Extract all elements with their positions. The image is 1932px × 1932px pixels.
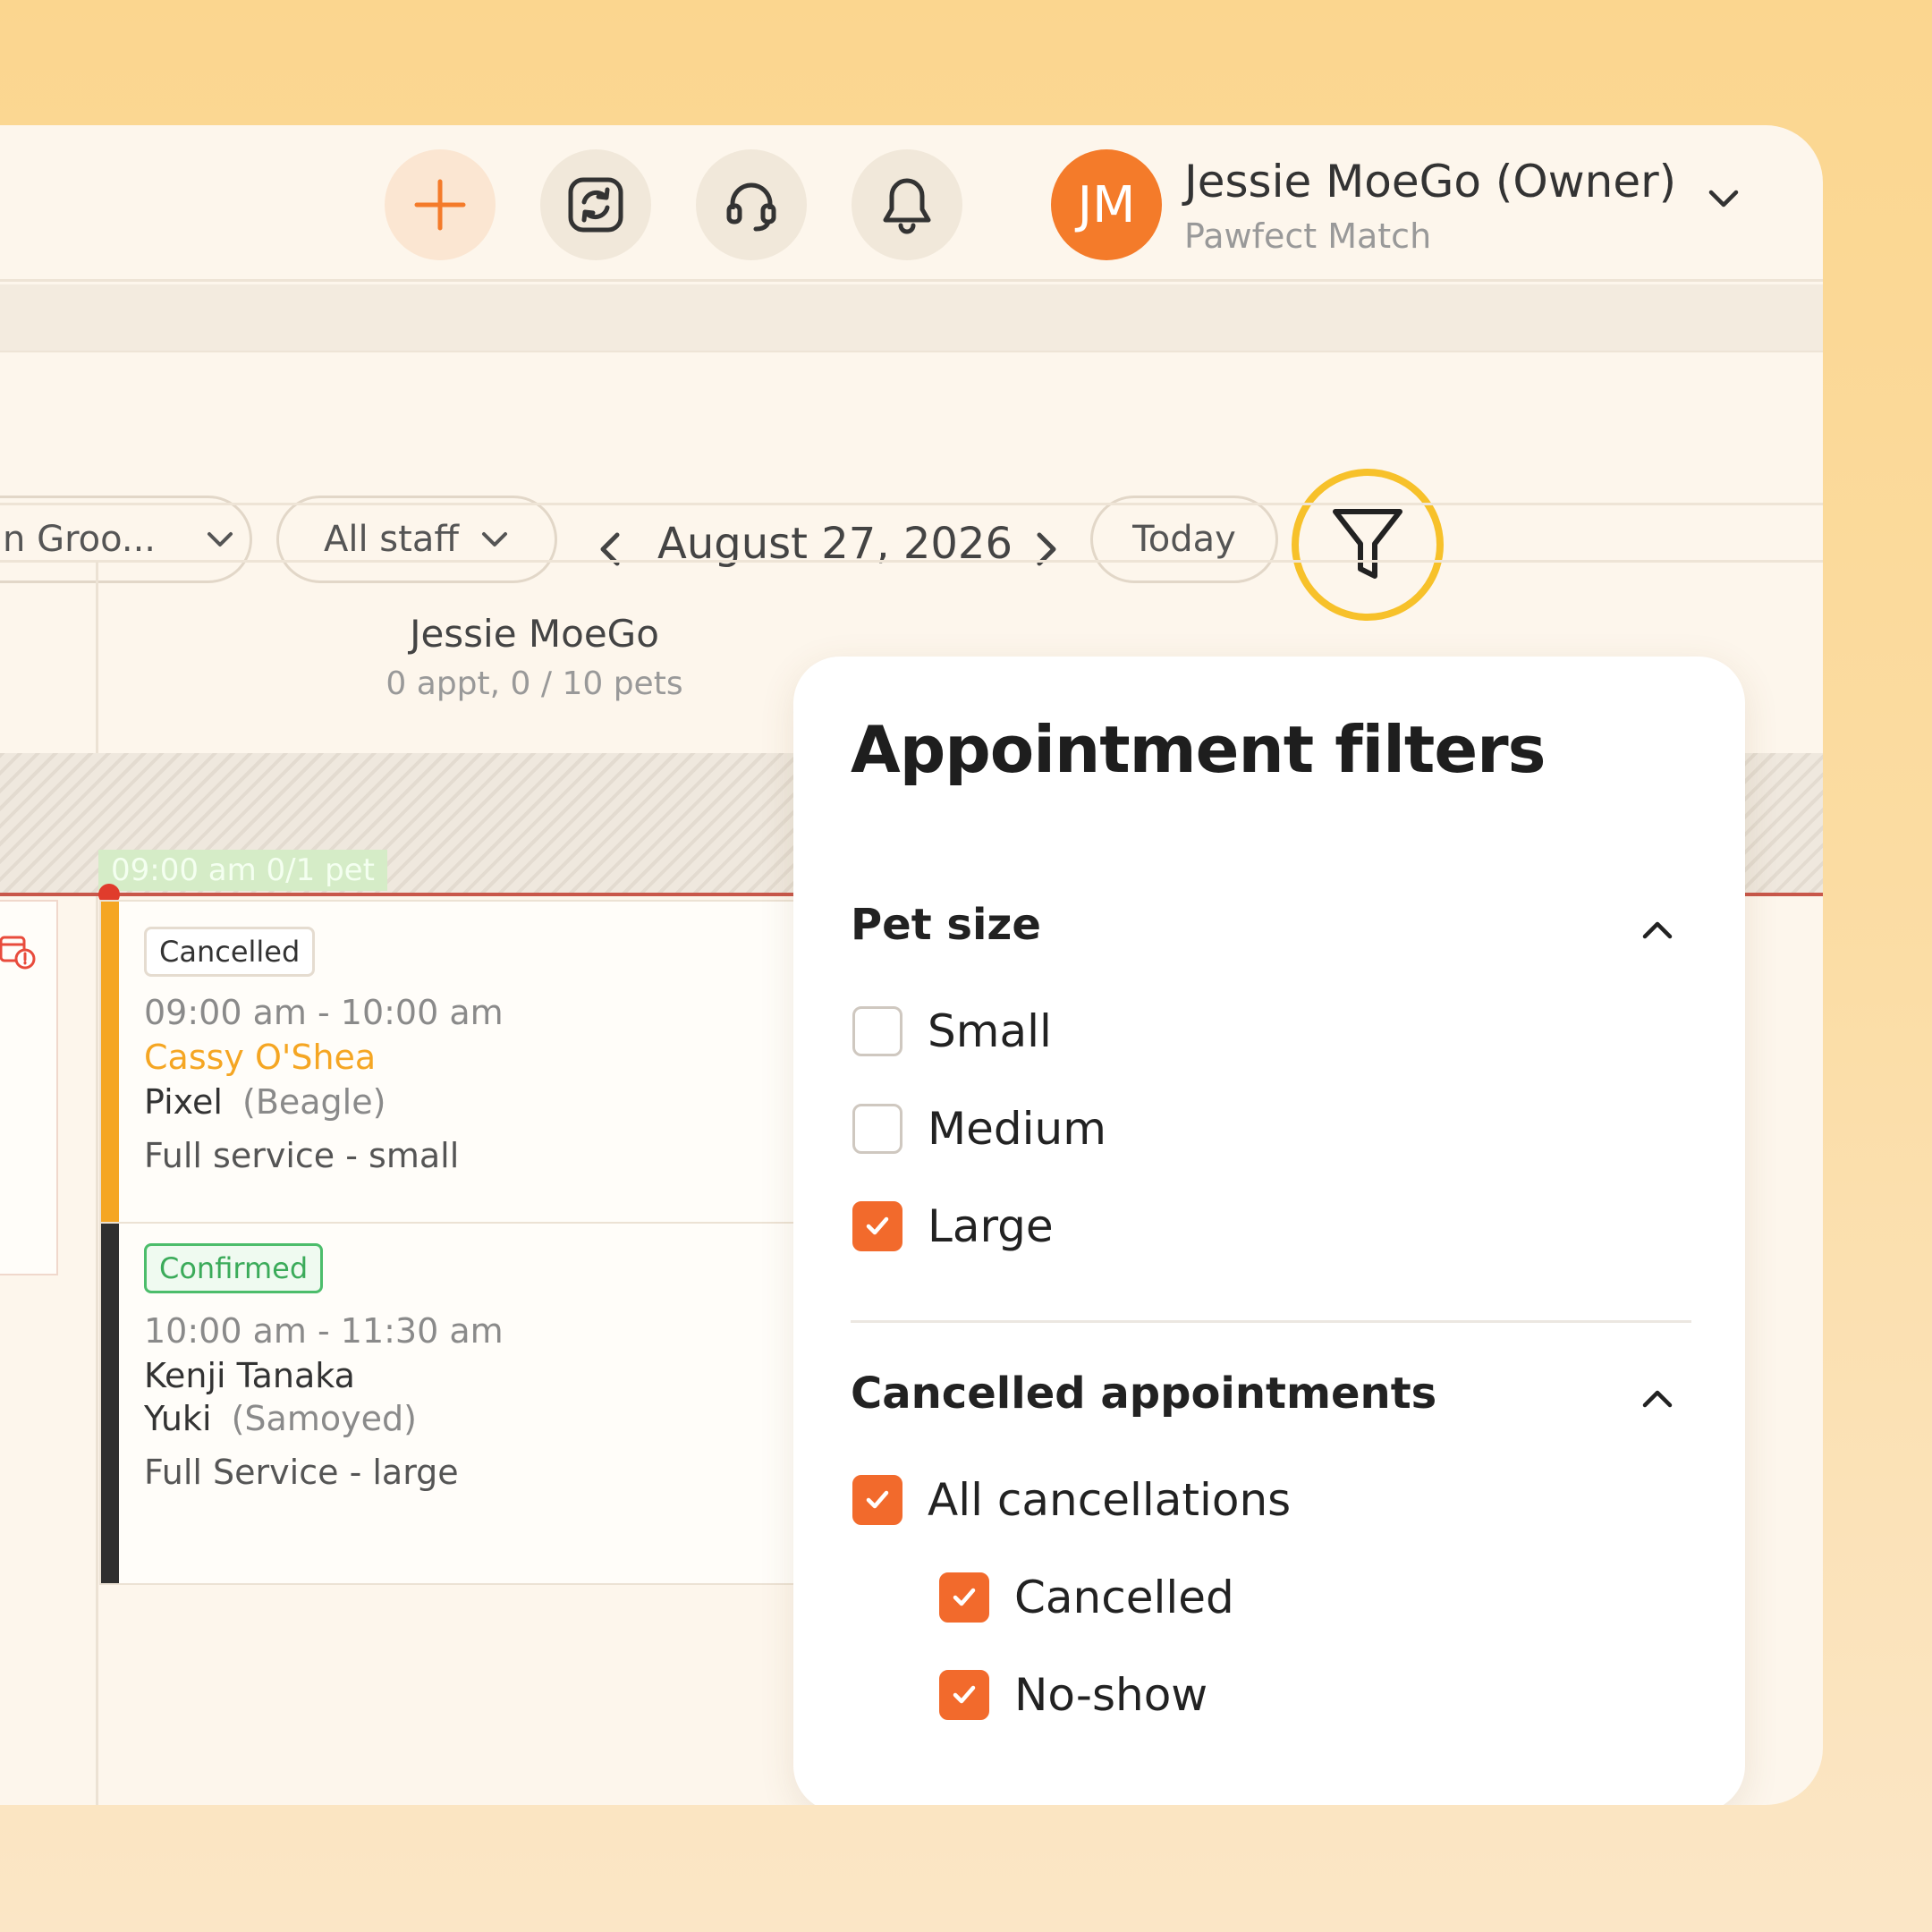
chevron-down-icon <box>481 532 507 547</box>
calendar-toolbar: n Groo... All staff August 27, 2026 Toda… <box>0 352 1823 630</box>
cancelled-option-no-show[interactable]: No-show <box>939 1669 1208 1721</box>
chevron-down-icon <box>1708 190 1739 208</box>
appointment-card-cancelled[interactable]: Cancelled 09:00 am - 10:00 am Cassy O'Sh… <box>99 900 806 1275</box>
service-name: Full service - small <box>144 1136 460 1175</box>
calendar-top-divider <box>0 560 1823 563</box>
pet-breed: (Beagle) <box>242 1082 386 1122</box>
chevron-right-icon <box>1037 532 1056 566</box>
partial-appointment-card[interactable] <box>0 900 58 1275</box>
pet-size-collapse-button[interactable] <box>1638 911 1677 953</box>
service-name: Full Service - large <box>144 1453 459 1492</box>
status-badge: Cancelled <box>144 927 316 977</box>
sync-icon <box>568 177 623 233</box>
sub-header-strip <box>0 284 1823 352</box>
chevron-left-icon <box>600 532 620 566</box>
pet-info: Pixel (Beagle) <box>144 1082 386 1122</box>
chevron-up-icon <box>1642 921 1673 939</box>
toolbar-divider <box>0 503 1823 505</box>
service-filter-dropdown[interactable]: n Groo... <box>0 496 252 583</box>
cancelled-section-title[interactable]: Cancelled appointments <box>851 1368 1436 1419</box>
option-label: Large <box>928 1200 1054 1252</box>
checkbox-checked[interactable] <box>939 1572 989 1623</box>
pet-name: Yuki <box>144 1399 212 1438</box>
option-label: No-show <box>1014 1669 1208 1721</box>
cancelled-collapse-button[interactable] <box>1638 1379 1677 1422</box>
section-divider <box>851 1320 1691 1323</box>
headset-icon <box>726 182 776 232</box>
pet-size-option-medium[interactable]: Medium <box>852 1103 1106 1155</box>
account-menu-button[interactable] <box>1704 179 1743 222</box>
today-label: Today <box>1132 519 1236 560</box>
sync-button[interactable] <box>540 149 651 260</box>
next-day-button[interactable] <box>1029 530 1064 572</box>
today-button[interactable]: Today <box>1090 496 1278 583</box>
appointment-status-bar <box>101 902 119 1274</box>
pet-size-option-large[interactable]: Large <box>852 1200 1054 1252</box>
plus-icon <box>414 179 466 231</box>
notifications-button[interactable] <box>852 149 962 260</box>
checkmark-icon <box>953 1588 976 1606</box>
bell-icon <box>883 178 931 234</box>
option-label: Medium <box>928 1103 1106 1155</box>
app-window: JM Jessie MoeGo (Owner) Pawfect Match n … <box>0 125 1823 1805</box>
pet-size-section-title[interactable]: Pet size <box>851 900 1041 950</box>
support-button[interactable] <box>696 149 807 260</box>
calendar-alert-icon <box>0 936 36 970</box>
add-button[interactable] <box>385 149 496 260</box>
checkmark-icon <box>866 1216 889 1235</box>
checkmark-icon <box>953 1685 976 1704</box>
chevron-down-icon <box>208 532 233 547</box>
status-badge: Confirmed <box>144 1243 324 1293</box>
time-slot-chip: 09:00 am 0/1 pet <box>98 850 387 891</box>
checkbox[interactable] <box>852 1006 902 1056</box>
appointment-card-confirmed[interactable]: Confirmed 10:00 am - 11:30 am Kenji Tana… <box>99 1222 806 1585</box>
appointment-status-bar <box>101 1224 119 1583</box>
column-divider <box>96 562 98 1805</box>
option-label: All cancellations <box>928 1474 1292 1526</box>
appointment-time: 10:00 am - 11:30 am <box>144 1311 504 1351</box>
option-label: Cancelled <box>1014 1572 1234 1623</box>
filter-button[interactable] <box>1292 469 1444 621</box>
staff-filter-dropdown[interactable]: All staff <box>276 496 557 583</box>
pet-info: Yuki (Samoyed) <box>144 1399 417 1438</box>
client-name[interactable]: Kenji Tanaka <box>144 1356 355 1395</box>
avatar[interactable]: JM <box>1051 149 1162 260</box>
cancelled-option-all[interactable]: All cancellations <box>852 1474 1291 1526</box>
panel-title: Appointment filters <box>851 712 1546 787</box>
checkmark-icon <box>866 1490 889 1509</box>
staff-filter-label: All staff <box>324 519 459 560</box>
staff-column-name[interactable]: Jessie MoeGo <box>98 612 970 656</box>
pet-name: Pixel <box>144 1082 223 1122</box>
cancelled-option-cancelled[interactable]: Cancelled <box>939 1572 1234 1623</box>
pet-size-option-small[interactable]: Small <box>852 1005 1052 1057</box>
appointment-time: 09:00 am - 10:00 am <box>144 993 504 1032</box>
checkbox-checked[interactable] <box>939 1670 989 1720</box>
appointment-filters-panel: Appointment filters Pet size Small Mediu… <box>793 657 1745 1805</box>
service-filter-label: n Groo... <box>3 519 157 560</box>
funnel-icon <box>1333 509 1402 579</box>
client-name-link[interactable]: Cassy O'Shea <box>144 1038 376 1077</box>
business-name: Pawfect Match <box>1184 216 1432 256</box>
chevron-up-icon <box>1642 1390 1673 1408</box>
top-bar: JM Jessie MoeGo (Owner) Pawfect Match <box>0 125 1823 282</box>
pet-breed: (Samoyed) <box>231 1399 417 1438</box>
user-name[interactable]: Jessie MoeGo (Owner) <box>1184 156 1676 208</box>
checkbox[interactable] <box>852 1104 902 1154</box>
avatar-initials: JM <box>1077 175 1136 234</box>
checkbox-checked[interactable] <box>852 1475 902 1525</box>
option-label: Small <box>928 1005 1052 1057</box>
previous-day-button[interactable] <box>592 530 628 572</box>
checkbox-checked[interactable] <box>852 1201 902 1251</box>
